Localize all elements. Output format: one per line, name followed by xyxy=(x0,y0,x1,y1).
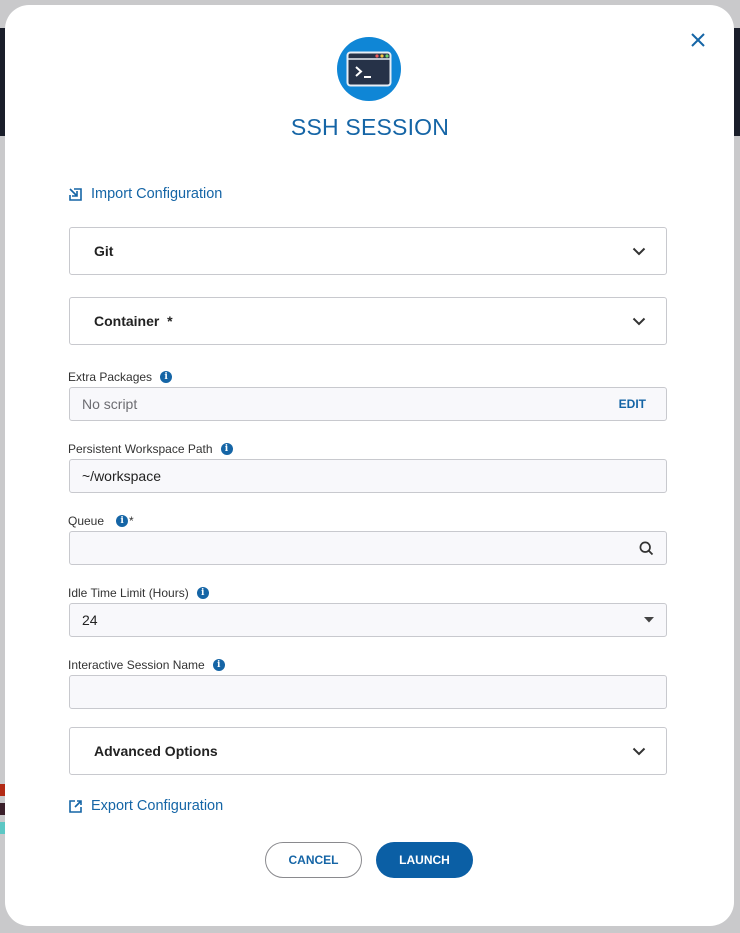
workspace-path-label: Persistent Workspace Path i xyxy=(68,442,233,456)
session-name-input[interactable] xyxy=(82,684,654,700)
info-icon[interactable]: i xyxy=(116,515,129,527)
idle-time-label-text: Idle Time Limit (Hours) xyxy=(68,586,189,600)
import-configuration-link[interactable]: Import Configuration xyxy=(68,186,222,202)
queue-label: Queue i * xyxy=(68,514,134,528)
chevron-down-icon xyxy=(632,247,646,255)
idle-time-label: Idle Time Limit (Hours) i xyxy=(68,586,209,600)
dialog-title: SSH SESSION xyxy=(290,114,450,140)
extra-packages-label-text: Extra Packages xyxy=(68,370,153,384)
info-icon[interactable]: i xyxy=(220,443,233,455)
info-icon[interactable]: i xyxy=(160,371,173,383)
idle-time-select[interactable]: 24 xyxy=(69,603,667,637)
queue-field[interactable] xyxy=(69,531,667,565)
advanced-options-label: Advanced Options xyxy=(94,743,218,759)
terminal-icon-badge xyxy=(337,37,401,101)
chevron-down-icon xyxy=(632,317,646,325)
export-configuration-label: Export Configuration xyxy=(91,798,224,814)
idle-time-value: 24 xyxy=(82,612,98,628)
terminal-icon xyxy=(346,51,392,87)
git-section[interactable]: Git xyxy=(69,227,667,275)
advanced-options-section[interactable]: Advanced Options xyxy=(69,727,667,775)
info-icon[interactable]: i xyxy=(212,659,225,671)
queue-input[interactable] xyxy=(82,540,639,556)
container-section[interactable]: Container * xyxy=(69,297,667,345)
queue-label-text: Queue xyxy=(68,514,105,528)
close-icon xyxy=(691,33,705,47)
info-icon[interactable]: i xyxy=(196,587,209,599)
import-configuration-label: Import Configuration xyxy=(91,186,223,202)
search-icon[interactable] xyxy=(639,541,654,556)
import-icon xyxy=(69,187,82,201)
external-link-icon xyxy=(69,799,82,813)
close-button[interactable] xyxy=(686,28,710,52)
export-configuration-link[interactable]: Export Configuration xyxy=(68,798,223,814)
required-mark: * xyxy=(129,514,134,528)
launch-button[interactable]: LAUNCH xyxy=(376,842,473,878)
extra-packages-placeholder: No script xyxy=(82,396,138,412)
workspace-path-input[interactable] xyxy=(82,468,654,484)
required-mark: * xyxy=(167,313,173,329)
workspace-path-field[interactable] xyxy=(69,459,667,493)
session-name-label: Interactive Session Name i xyxy=(68,658,225,672)
workspace-path-label-text: Persistent Workspace Path xyxy=(68,442,213,456)
container-section-label: Container xyxy=(94,313,160,329)
edit-extra-packages-button[interactable]: EDIT xyxy=(619,397,654,411)
session-name-label-text: Interactive Session Name xyxy=(68,658,205,672)
git-section-label: Git xyxy=(94,243,114,259)
session-name-field[interactable] xyxy=(69,675,667,709)
extra-packages-field: No script EDIT xyxy=(69,387,667,421)
extra-packages-label: Extra Packages i xyxy=(68,370,173,384)
chevron-down-icon xyxy=(632,747,646,755)
cancel-button[interactable]: CANCEL xyxy=(265,842,362,878)
caret-down-icon xyxy=(644,617,654,623)
